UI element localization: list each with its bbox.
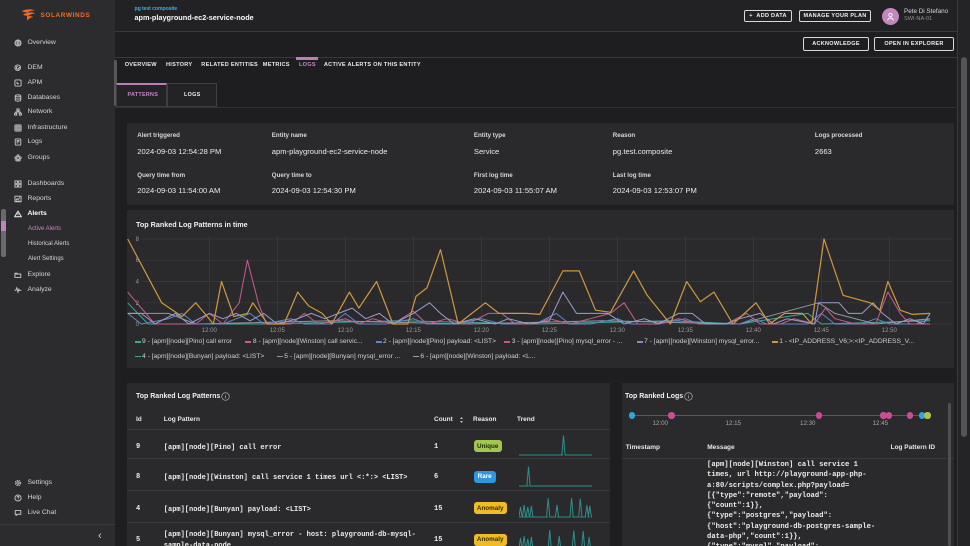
svg-text:12:30: 12:30: [610, 328, 626, 334]
svg-text:12:35: 12:35: [678, 328, 694, 334]
svg-text:12:10: 12:10: [338, 328, 354, 334]
svg-text:12:05: 12:05: [270, 328, 286, 334]
svg-text:12:15: 12:15: [406, 328, 422, 334]
svg-text:12:45: 12:45: [814, 328, 830, 334]
svg-text:12:40: 12:40: [746, 328, 762, 334]
svg-text:0: 0: [136, 322, 140, 328]
svg-text:12:00: 12:00: [202, 328, 218, 334]
svg-text:12:20: 12:20: [474, 328, 490, 334]
svg-text:4: 4: [136, 280, 140, 286]
svg-text:12:25: 12:25: [542, 328, 558, 334]
svg-text:12:50: 12:50: [882, 328, 898, 334]
svg-text:8: 8: [136, 237, 140, 243]
